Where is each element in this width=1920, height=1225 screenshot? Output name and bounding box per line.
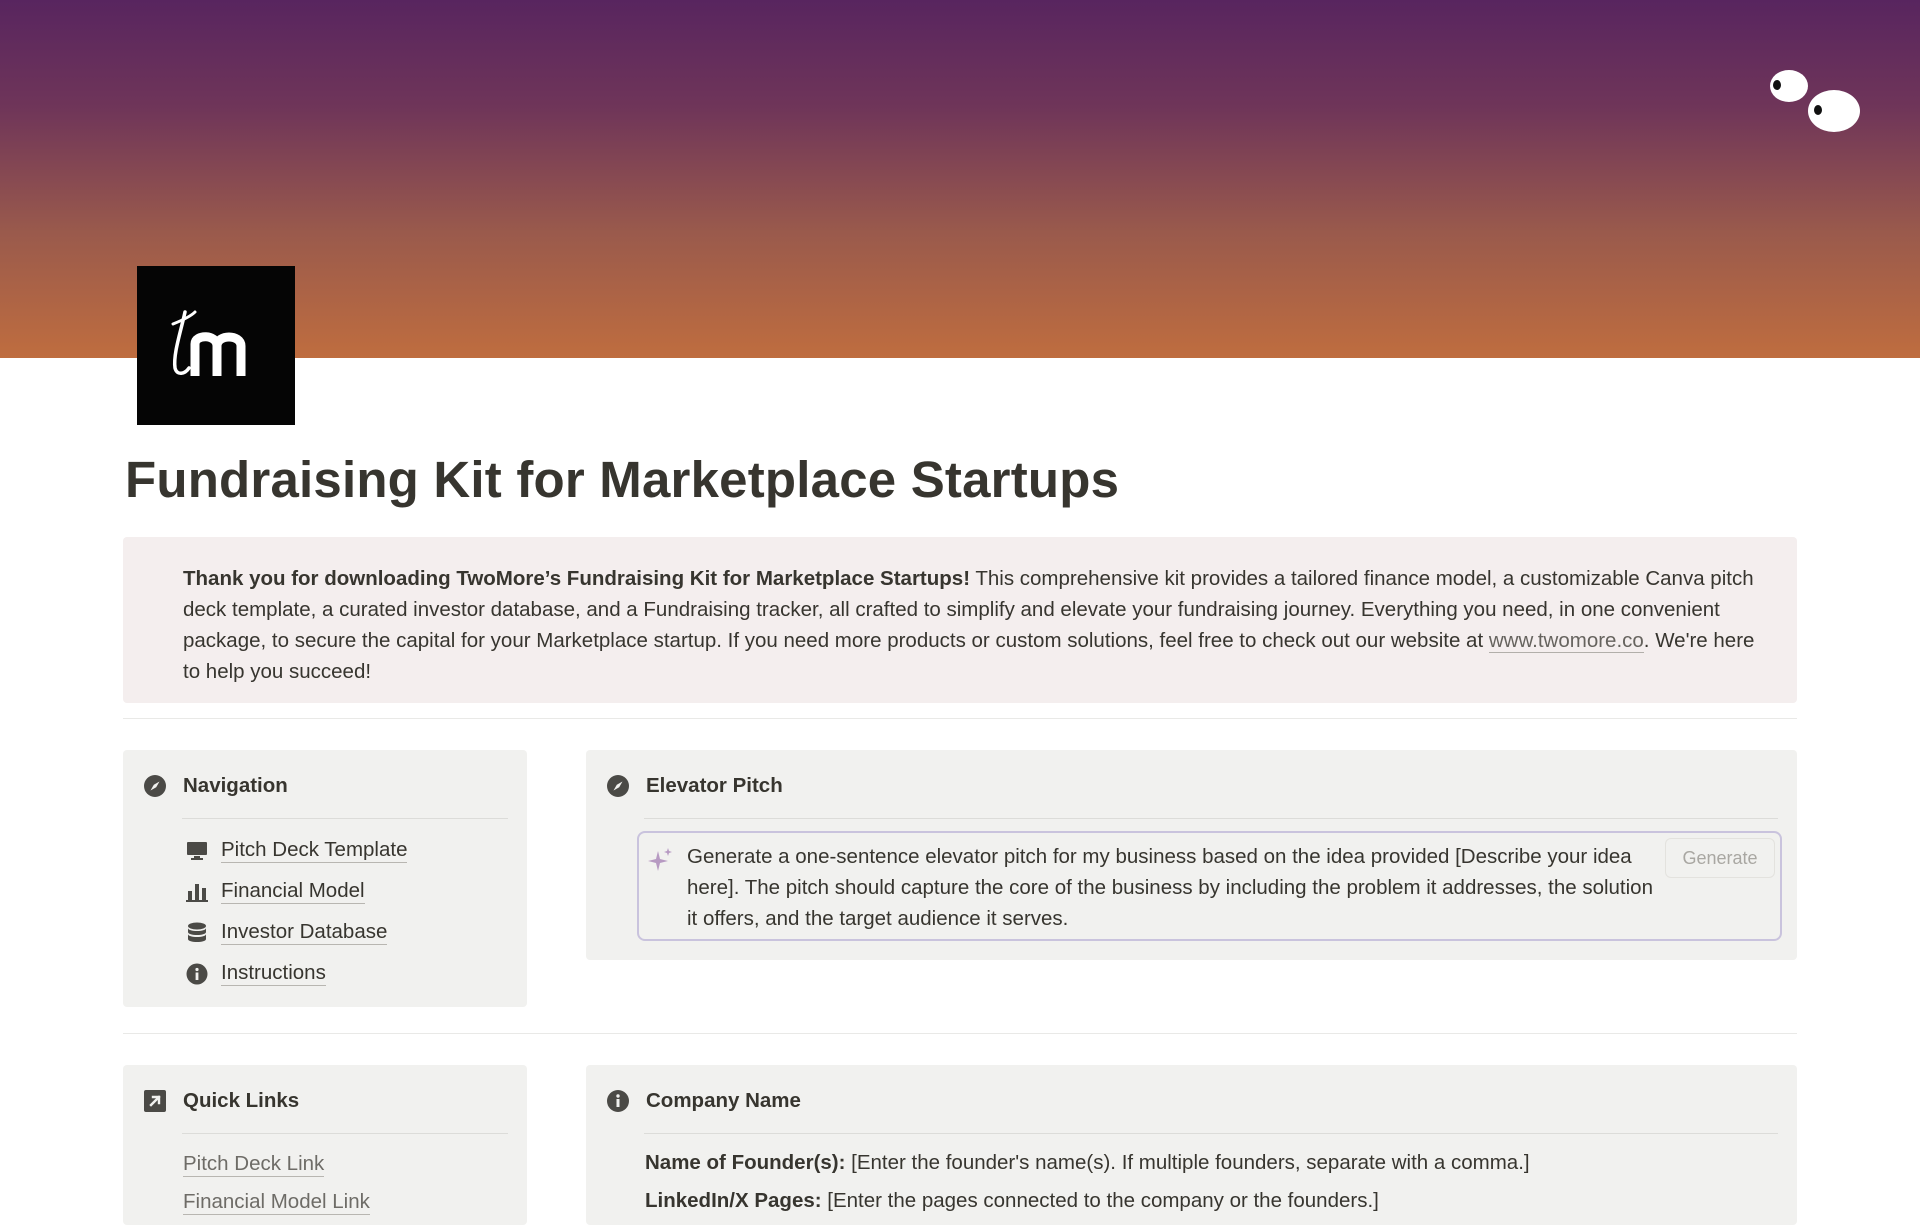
page-title: Fundraising Kit for Marketplace Startups [125,451,1120,508]
field-label: LinkedIn/X Pages: [645,1189,822,1212]
quick-links-card: Quick Links Pitch Deck Link Financial Mo… [123,1065,527,1225]
sparkle-icon [648,847,674,873]
nav-item-investor-database[interactable]: Investor Database [185,912,407,953]
eye-right [1808,90,1860,132]
website-link[interactable]: www.twomore.co [1488,629,1644,653]
page-logo-icon [137,266,295,425]
financial-model-link[interactable]: Financial Model Link [183,1190,370,1215]
eye-left [1770,70,1808,102]
field-value: [Enter the founder's name(s). If multipl… [845,1151,1530,1174]
company-name-card: Company Name Name of Founder(s): [Enter … [586,1065,1797,1225]
nav-item-pitch-deck-template[interactable]: Pitch Deck Template [185,830,408,871]
navigation-list: Pitch Deck Template Financial Model Inve… [185,830,408,994]
nav-item-label: Investor Database [221,920,388,945]
info-icon [606,1089,630,1113]
arrow-up-right-icon [143,1089,167,1113]
divider [123,718,1797,719]
nav-item-label: Instructions [221,961,326,986]
nav-item-label: Pitch Deck Template [221,838,408,863]
card-rule [644,1133,1778,1134]
linkedin-pages-field[interactable]: LinkedIn/X Pages: [Enter the pages conne… [645,1189,1379,1213]
database-icon [185,921,209,945]
navigation-header: Navigation [143,774,288,798]
company-name-header: Company Name [606,1089,801,1113]
compass-icon [143,774,167,798]
navigation-card: Navigation Pitch Deck Template Financial… [123,750,527,1007]
googly-eyes-decoration [1760,66,1860,136]
quick-links-header: Quick Links [143,1089,299,1113]
company-name-title: Company Name [646,1089,801,1112]
elevator-pitch-title: Elevator Pitch [646,774,783,797]
callout-bold-text: Thank you for downloading TwoMore’s Fund… [183,567,971,590]
elevator-pitch-header: Elevator Pitch [606,774,783,798]
bar-chart-icon [185,880,209,904]
quick-links-title: Quick Links [183,1089,300,1112]
navigation-title: Navigation [183,774,288,797]
founder-name-field[interactable]: Name of Founder(s): [Enter the founder's… [645,1151,1530,1175]
field-value: [Enter the pages connected to the compan… [821,1189,1379,1212]
field-label: Name of Founder(s): [645,1151,846,1174]
nav-item-instructions[interactable]: Instructions [185,953,407,994]
intro-callout: Thank you for downloading TwoMore’s Fund… [123,537,1797,703]
ai-prompt-text: Generate a one-sentence elevator pitch f… [687,845,1653,930]
nav-item-financial-model[interactable]: Financial Model [185,871,407,912]
ai-prompt-block[interactable]: Generate a one-sentence elevator pitch f… [637,831,1782,941]
monitor-icon [185,839,209,863]
card-rule [644,818,1778,819]
pitch-deck-link[interactable]: Pitch Deck Link [183,1152,325,1177]
generate-button[interactable]: Generate [1665,838,1775,878]
card-rule [182,818,508,819]
card-rule [182,1133,508,1134]
elevator-pitch-card: Elevator Pitch Generate a one-sentence e… [586,750,1797,960]
nav-item-label: Financial Model [221,879,365,904]
compass-icon [606,774,630,798]
divider [123,1033,1797,1034]
info-icon [185,962,209,986]
